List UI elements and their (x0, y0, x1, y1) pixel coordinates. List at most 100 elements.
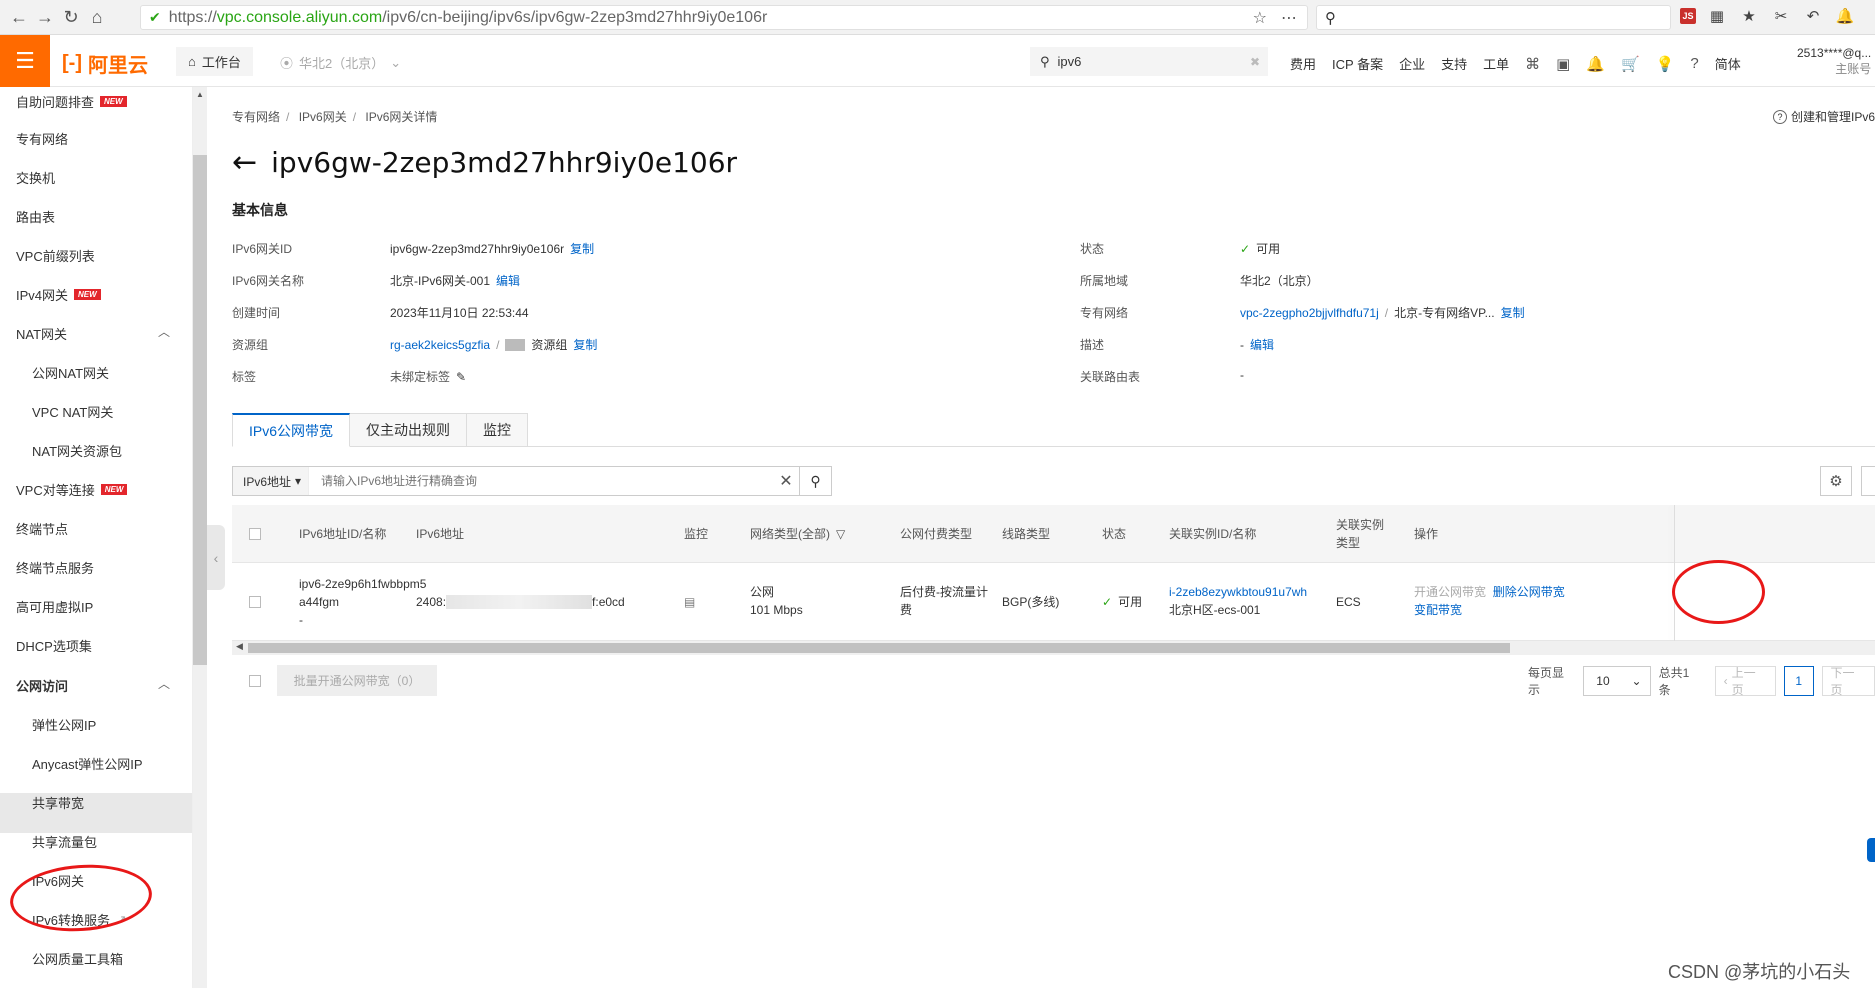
sidebar-item-quality-toolbox[interactable]: 公网质量工具箱 (32, 949, 123, 968)
nav-ticket[interactable]: 工单 (1483, 54, 1509, 73)
browser-search[interactable]: ⚲ (1316, 5, 1671, 30)
monitor-icon[interactable]: ▤ (684, 593, 695, 611)
page-1-button[interactable]: 1 (1783, 666, 1814, 696)
clear-icon[interactable]: ✕ (773, 471, 799, 491)
bulk-enable-button[interactable]: 批量开通公网带宽（0） (277, 665, 437, 696)
region-selector[interactable]: ⦿ 华北2（北京） ⌄ (280, 53, 401, 72)
tab-egress-rules[interactable]: 仅主动出规则 (350, 413, 468, 447)
sidebar-item-endpoint-service[interactable]: 终端节点服务 (16, 558, 94, 577)
clear-icon[interactable]: ✖ (1250, 55, 1260, 69)
collapse-sidebar-icon[interactable]: ‹ (207, 525, 225, 590)
nav-support[interactable]: 支持 (1441, 54, 1467, 73)
back-icon[interactable]: ← (6, 4, 32, 30)
select-all-checkbox[interactable] (249, 528, 261, 540)
favorites-icon[interactable]: ★ (1738, 5, 1760, 27)
sidebar-item-dhcp[interactable]: DHCP选项集 (16, 636, 92, 655)
pencil-icon[interactable]: ✎ (456, 370, 466, 384)
annotation-circle-action (1672, 560, 1765, 624)
gear-icon[interactable]: ⚙ (1820, 466, 1852, 496)
enable-bandwidth-button[interactable]: 开通公网带宽 (1414, 585, 1486, 599)
cart-icon[interactable]: 🛒 (1621, 55, 1640, 73)
copy-button[interactable]: 复制 (573, 336, 597, 353)
reload-icon[interactable]: ↻ (58, 4, 84, 30)
copy-button[interactable]: 复制 (1501, 304, 1525, 321)
search-button[interactable]: ⚲ (799, 467, 831, 495)
col-header-nettype[interactable]: 网络类型(全部) ▽ (750, 525, 845, 543)
edit-button[interactable]: 编辑 (1250, 336, 1274, 353)
help-icon[interactable]: ? (1690, 55, 1698, 72)
instance-link[interactable]: i-2zeb8ezywkbtou91u7wh (1169, 585, 1307, 599)
side-widget[interactable] (1867, 838, 1875, 862)
account-menu[interactable]: 2513****@q... 主账号 (1797, 45, 1871, 77)
home-icon[interactable]: ⌂ (84, 4, 110, 30)
modify-bandwidth-button[interactable]: 变配带宽 (1414, 603, 1462, 617)
sidebar-item-vpc-peering[interactable]: VPC对等连接 NEW (16, 480, 128, 499)
ipv6-search-input[interactable] (309, 468, 773, 494)
bulk-select-checkbox[interactable] (249, 675, 261, 687)
js-extension-icon[interactable]: JS (1680, 8, 1696, 24)
more-icon[interactable]: ⋯ (1281, 8, 1297, 28)
sidebar-item-nat-package[interactable]: NAT网关资源包 (32, 441, 122, 460)
nav-enterprise[interactable]: 企业 (1399, 54, 1425, 73)
workbench-button[interactable]: ⌂ 工作台 (176, 47, 253, 76)
sidebar-item-anycast-eip[interactable]: Anycast弹性公网IP (32, 754, 143, 773)
sidebar-item-havip[interactable]: 高可用虚拟IP (16, 597, 93, 616)
breadcrumb-vpc[interactable]: 专有网络 (232, 110, 280, 124)
refresh-button[interactable] (1861, 466, 1875, 496)
back-arrow-icon[interactable]: ← (232, 145, 257, 180)
info-value: ✓ 可用 (1240, 241, 1281, 257)
scroll-left-icon[interactable]: ◀ (236, 641, 243, 652)
sidebar-item-shared-bandwidth[interactable]: 共享带宽 (32, 793, 84, 812)
sidebar-scroll-thumb[interactable] (193, 155, 207, 665)
resource-group-link[interactable]: rg-aek2keics5gzfia (390, 338, 490, 352)
terminal-icon[interactable]: ▣ (1556, 55, 1570, 73)
sidebar-item-ipv4-gateway[interactable]: IPv4网关 NEW (16, 285, 101, 304)
sidebar-item-vpc[interactable]: 专有网络 (16, 129, 68, 148)
next-page-button[interactable]: 下一页 (1821, 666, 1875, 697)
aliyun-logo[interactable]: [-] 阿里云 (62, 49, 148, 78)
star-icon[interactable]: ☆ (1253, 8, 1267, 28)
sidebar-item-eip[interactable]: 弹性公网IP (32, 715, 96, 734)
sidebar-item-endpoint[interactable]: 终端节点 (16, 519, 68, 538)
sidebar-item-vpc-nat[interactable]: VPC NAT网关 (32, 402, 113, 421)
tab-ipv6-bandwidth[interactable]: IPv6公网带宽 (232, 413, 351, 447)
edit-button[interactable]: 编辑 (496, 272, 520, 289)
breadcrumb-ipv6-gateway[interactable]: IPv6网关 (299, 110, 347, 124)
notification-icon[interactable]: 🔔 (1586, 55, 1605, 73)
sidebar-item-prefix-list[interactable]: VPC前缀列表 (16, 246, 95, 265)
nav-icp[interactable]: ICP 备案 (1332, 54, 1383, 73)
delete-bandwidth-button[interactable]: 删除公网带宽 (1493, 585, 1565, 599)
sidebar-group-nat[interactable]: NAT网关 (16, 324, 67, 343)
undo-icon[interactable]: ↶ (1802, 5, 1824, 27)
vpc-link[interactable]: vpc-2zegpho2bjjvlfhdfu71j (1240, 306, 1379, 320)
sidebar-item-self-diagnosis[interactable]: 自助问题排查 NEW (16, 92, 127, 111)
sidebar-item-vswitch[interactable]: 交换机 (16, 168, 55, 187)
filter-field-select[interactable]: IPv6地址 ▾ (233, 467, 309, 495)
filter-icon[interactable]: ▽ (836, 525, 845, 543)
scissors-icon[interactable]: ✂ (1770, 5, 1792, 27)
sidebar-item-shared-traffic[interactable]: 共享流量包 (32, 832, 97, 851)
chevron-up-icon[interactable]: ︿ (158, 323, 170, 340)
forward-icon[interactable]: → (32, 4, 58, 30)
address-bar[interactable]: ✔ https://vpc.console.aliyun.com/ipv6/cn… (140, 5, 1308, 30)
row-checkbox[interactable] (249, 596, 261, 608)
sidebar-item-public-nat[interactable]: 公网NAT网关 (32, 363, 109, 382)
console-search-input[interactable]: ⚲ ipv6 ✖ (1030, 47, 1268, 76)
grid-icon[interactable]: ▦ (1706, 5, 1728, 27)
scroll-up-icon[interactable]: ▲ (196, 90, 204, 99)
sidebar-item-route-table[interactable]: 路由表 (16, 207, 55, 226)
copy-button[interactable]: 复制 (570, 240, 594, 257)
code-icon[interactable]: ⌘ (1525, 55, 1540, 73)
language-switch[interactable]: 简体 (1715, 54, 1741, 73)
help-doc-link[interactable]: ?创建和管理IPv6网 (1773, 108, 1875, 125)
sidebar-group-public-access[interactable]: 公网访问 (16, 676, 68, 695)
chevron-up-icon[interactable]: ︿ (158, 675, 170, 692)
tab-monitor[interactable]: 监控 (467, 413, 529, 447)
prev-page-button[interactable]: ‹ 上一页 (1714, 666, 1776, 697)
lightbulb-icon[interactable]: 💡 (1656, 55, 1675, 73)
per-page-select[interactable]: 10 ⌄ (1583, 666, 1651, 696)
bell-icon[interactable]: 🔔 (1834, 5, 1856, 27)
menu-icon[interactable]: ☰ (0, 35, 50, 87)
nav-billing[interactable]: 费用 (1290, 54, 1316, 73)
table-hscroll-thumb[interactable] (248, 643, 1510, 653)
